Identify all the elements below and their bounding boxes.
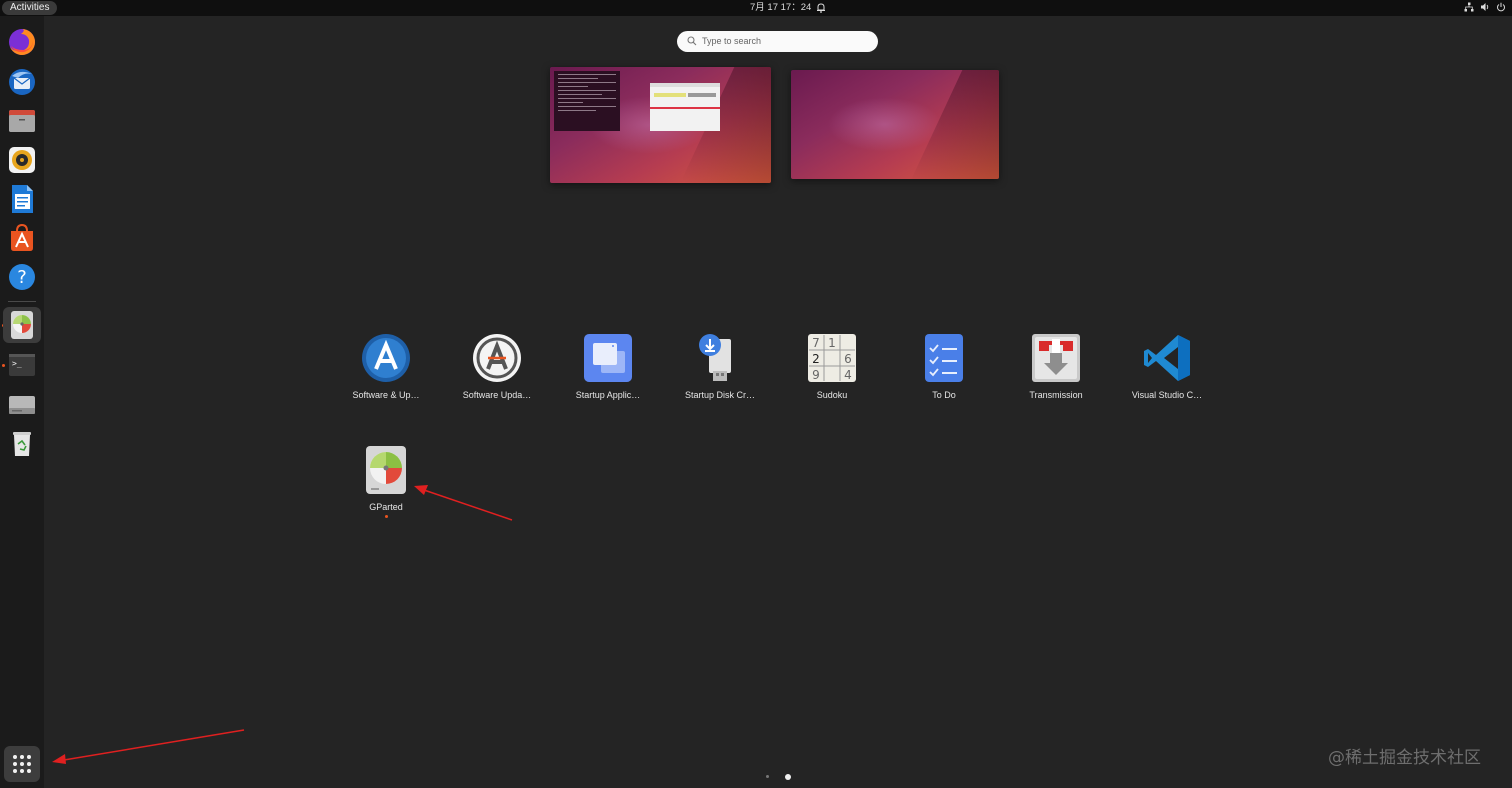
app-label: Transmission — [1029, 390, 1083, 400]
app-todo[interactable]: To Do — [888, 333, 1000, 401]
search-icon — [687, 36, 697, 46]
software-updater-icon — [473, 334, 521, 382]
running-indicator — [2, 364, 5, 367]
drive-icon — [9, 396, 35, 414]
gparted-icon — [366, 446, 406, 494]
app-label: GParted — [369, 502, 403, 512]
app-vscode[interactable]: Visual Studio C… — [1111, 333, 1223, 401]
vscode-icon — [1144, 335, 1190, 381]
network-icon[interactable] — [1464, 2, 1474, 12]
running-indicator — [384, 515, 388, 518]
sudoku-digit: 6 — [844, 352, 852, 366]
app-transmission[interactable]: Transmission — [1000, 333, 1112, 401]
terminal-icon: >_ — [9, 354, 35, 376]
window-thumbnail-terminal[interactable] — [554, 71, 620, 131]
sudoku-digit: 2 — [812, 352, 820, 366]
gparted-icon — [11, 311, 33, 339]
sudoku-digit: 1 — [828, 336, 836, 350]
app-label: Startup Disk Cr… — [684, 390, 755, 400]
power-icon[interactable] — [1496, 2, 1506, 12]
app-startup-disk-creator[interactable]: Startup Disk Cr… — [664, 333, 776, 401]
app-label: Startup Applic… — [575, 390, 641, 400]
app-label: Visual Studio C… — [1131, 390, 1203, 400]
dock-separator — [8, 301, 36, 302]
workspace-thumbnail-1[interactable] — [550, 67, 771, 183]
watermark: @稀土掘金技术社区 — [1328, 748, 1481, 768]
dock-item-writer[interactable] — [6, 183, 38, 215]
dock-item-ubuntu-software[interactable] — [6, 222, 38, 254]
todo-icon — [925, 334, 963, 382]
clock[interactable]: 7月 17 17：24 — [750, 2, 811, 14]
app-gparted[interactable]: GParted — [330, 445, 442, 518]
app-label: Software Upda… — [462, 390, 532, 400]
thunderbird-icon — [9, 69, 35, 95]
software-properties-icon — [362, 334, 410, 382]
workspace-thumbnail-2[interactable] — [791, 70, 999, 179]
folder-icon — [9, 110, 35, 132]
grid-icon — [13, 755, 31, 773]
page-indicator-1[interactable] — [766, 775, 769, 778]
app-software-updater[interactable]: Software Upda… — [441, 333, 553, 401]
firefox-icon — [9, 29, 35, 55]
app-label: To Do — [932, 390, 956, 400]
usb-creator-icon — [699, 334, 731, 381]
search-input[interactable]: Type to search — [677, 31, 878, 52]
sudoku-digit: 7 — [812, 336, 820, 350]
bell-icon — [817, 3, 825, 13]
dock-item-terminal[interactable]: >_ — [6, 349, 38, 381]
app-sudoku[interactable]: 7 1 2 6 9 4 Sudoku — [776, 333, 888, 401]
svg-text:>_: >_ — [12, 359, 22, 368]
wallpaper — [791, 70, 999, 179]
dock-item-firefox[interactable] — [6, 26, 38, 58]
dock-item-gparted[interactable] — [3, 307, 41, 343]
page-indicator-2[interactable] — [785, 774, 791, 780]
trash-icon — [13, 432, 31, 456]
sudoku-icon: 7 1 2 6 9 4 — [808, 334, 856, 382]
dock-item-trash[interactable] — [6, 427, 38, 459]
app-label: Software & Up… — [352, 390, 420, 400]
sudoku-digit: 4 — [844, 368, 852, 382]
system-tray[interactable] — [1464, 2, 1506, 12]
dock-item-rhythmbox[interactable] — [6, 144, 38, 176]
activities-button[interactable]: Activities — [2, 1, 58, 15]
app-store-icon — [11, 223, 33, 251]
help-icon: ? — [9, 264, 35, 290]
startup-apps-icon — [584, 334, 632, 382]
volume-icon[interactable] — [1480, 2, 1490, 12]
dock-item-disk[interactable] — [6, 388, 38, 420]
sudoku-digit: 9 — [812, 368, 820, 382]
dock-item-help[interactable]: ? — [6, 261, 38, 293]
dock: ? >_ — [0, 16, 44, 788]
app-label: Sudoku — [816, 390, 848, 400]
show-apps-button[interactable] — [4, 746, 40, 782]
app-software-properties[interactable]: Software & Up… — [330, 333, 442, 401]
top-bar: Activities 7月 17 17：24 — [0, 0, 1512, 16]
app-startup-applications[interactable]: Startup Applic… — [552, 333, 664, 401]
dock-item-files[interactable] — [6, 105, 38, 137]
search-placeholder: Type to search — [702, 36, 762, 46]
transmission-icon — [1032, 334, 1080, 382]
speaker-icon — [9, 147, 35, 173]
window-thumbnail-gparted[interactable] — [650, 83, 720, 131]
dock-item-thunderbird[interactable] — [6, 66, 38, 98]
document-icon — [12, 185, 33, 213]
svg-text:?: ? — [17, 267, 27, 288]
